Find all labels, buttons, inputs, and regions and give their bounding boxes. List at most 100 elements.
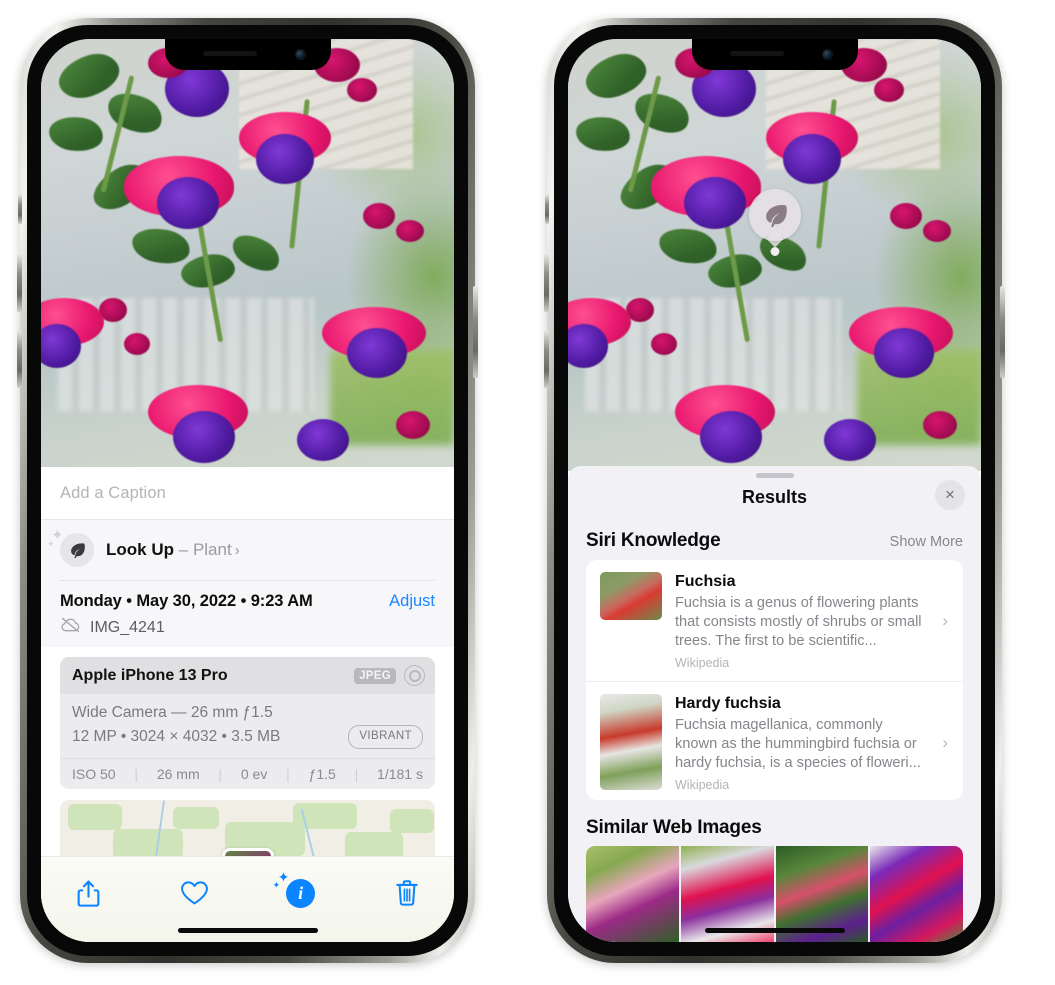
size-info-row: 12 MP • 3024 × 4032 • 3.5 MB VIBRANT	[72, 725, 423, 749]
knowledge-title: Hardy fuchsia	[675, 694, 781, 712]
photo-bud	[346, 77, 377, 102]
knowledge-source: Wikipedia	[675, 777, 730, 792]
mute-switch[interactable]	[545, 194, 549, 224]
volume-down-button[interactable]	[17, 330, 22, 388]
screenshot-stage: Add a Caption ✦ ✦ Look Up – Plant › Mond…	[0, 0, 1055, 985]
visual-lookup-leaf-badge[interactable]	[748, 189, 801, 241]
photo-flower	[156, 177, 219, 230]
exif-iso: ISO 50	[72, 766, 116, 783]
photo-viewer[interactable]	[568, 39, 981, 471]
volume-down-button[interactable]	[544, 330, 549, 388]
photo-flower	[346, 328, 407, 379]
front-camera-icon	[822, 50, 832, 59]
exif-ev: 0 ev	[240, 766, 268, 783]
siri-knowledge-card: Fuchsia Fuchsia is a genus of flowering …	[586, 559, 963, 800]
photo-viewer[interactable]	[41, 39, 454, 471]
photo-info-panel: Add a Caption ✦ ✦ Look Up – Plant › Mond…	[41, 467, 454, 942]
close-icon[interactable]: ×	[935, 479, 965, 510]
look-up-separator: –	[178, 540, 189, 559]
visual-lookup-anchor-dot	[770, 247, 779, 256]
size-info: 12 MP • 3024 × 4032 • 3.5 MB	[72, 728, 281, 746]
photo-bud	[396, 410, 431, 439]
similar-images-header: Similar Web Images	[568, 800, 981, 846]
power-button[interactable]	[1000, 286, 1005, 378]
knowledge-text: Hardy fuchsia Fuchsia magellanica, commo…	[675, 694, 925, 792]
format-badge: JPEG	[354, 667, 396, 684]
exif-separator: |	[218, 766, 223, 783]
photographic-style-badge: VIBRANT	[348, 725, 423, 749]
delete-button[interactable]	[386, 873, 428, 913]
earpiece-speaker	[729, 51, 784, 56]
chevron-right-icon: ›	[942, 732, 948, 752]
photo-flower	[297, 419, 350, 462]
sparkle-icon: ✦	[272, 880, 281, 890]
knowledge-thumbnail	[600, 571, 662, 620]
knowledge-description: Fuchsia magellanica, commonly known as t…	[675, 716, 921, 771]
lens-info: Wide Camera — 26 mm ƒ1.5	[72, 704, 273, 721]
exif-row: ISO 50 | 26 mm | 0 ev | ƒ1.5 | 1/181 s	[60, 758, 435, 789]
file-row: IMG_4241	[60, 617, 435, 638]
adjust-button[interactable]: Adjust	[389, 592, 435, 611]
info-glyph: i	[286, 878, 316, 908]
exif-separator: |	[354, 766, 359, 783]
info-button[interactable]: ✦ ✦ i	[273, 870, 322, 913]
look-up-title: Look Up	[106, 540, 174, 559]
siri-knowledge-title: Siri Knowledge	[586, 529, 721, 551]
knowledge-description: Fuchsia is a genus of flowering plants t…	[675, 594, 922, 649]
results-title: Results	[741, 486, 808, 507]
chevron-right-icon: ›	[942, 610, 948, 630]
volume-up-button[interactable]	[544, 254, 549, 312]
photo-flower	[782, 134, 841, 185]
volume-up-button[interactable]	[17, 254, 22, 312]
photo-flower	[824, 419, 877, 462]
power-button[interactable]	[473, 286, 478, 378]
capture-date: Monday • May 30, 2022 • 9:23 AM	[60, 592, 313, 610]
knowledge-thumbnail	[600, 693, 662, 790]
similar-image-thumb[interactable]	[870, 846, 963, 942]
camera-card-header: Apple iPhone 13 Pro JPEG	[60, 657, 435, 694]
leaf-icon: ✦ ✦	[47, 528, 94, 567]
list-item[interactable]: Hardy fuchsia Fuchsia magellanica, commo…	[586, 680, 963, 800]
photo-flower	[873, 328, 934, 379]
icloud-slash-icon	[60, 617, 81, 638]
map-green-area	[390, 808, 434, 833]
mute-switch[interactable]	[18, 194, 22, 224]
earpiece-speaker	[202, 51, 257, 56]
camera-info-card[interactable]: Apple iPhone 13 Pro JPEG Wide Camera — 2…	[60, 657, 435, 790]
photo-flower	[173, 410, 236, 463]
file-name: IMG_4241	[90, 618, 165, 636]
photo-bud	[923, 410, 958, 439]
camera-badges: JPEG	[354, 665, 425, 686]
caption-input[interactable]: Add a Caption	[60, 484, 435, 503]
photo-bud	[650, 332, 677, 355]
home-indicator	[177, 928, 318, 933]
caption-field-row[interactable]: Add a Caption	[41, 467, 454, 520]
right-phone-device: Results × Siri Knowledge Show More Fuchs…	[544, 18, 1005, 963]
chevron-right-icon: ›	[234, 542, 240, 559]
notch	[691, 39, 858, 70]
favorite-button[interactable]	[173, 873, 215, 913]
map-green-area	[112, 828, 183, 859]
home-indicator	[704, 928, 845, 933]
map-green-area	[172, 807, 219, 830]
share-button[interactable]	[67, 873, 109, 913]
similar-images-title: Similar Web Images	[586, 817, 762, 838]
exif-focal: 26 mm	[156, 766, 200, 783]
photo-flower	[683, 177, 746, 230]
photo-bud	[123, 332, 150, 355]
knowledge-title: Fuchsia	[675, 572, 736, 590]
exif-shutter: 1/181 s	[377, 766, 423, 783]
left-phone-device: Add a Caption ✦ ✦ Look Up – Plant › Mond…	[17, 18, 478, 963]
right-phone-bezel: Results × Siri Knowledge Show More Fuchs…	[554, 25, 995, 956]
photo-bud	[873, 77, 904, 102]
knowledge-source: Wikipedia	[675, 655, 730, 670]
divider	[60, 580, 435, 581]
knowledge-text: Fuchsia Fuchsia is a genus of flowering …	[675, 572, 925, 670]
device-name: Apple iPhone 13 Pro	[72, 666, 228, 684]
show-more-button[interactable]: Show More	[890, 534, 963, 550]
similar-image-thumb[interactable]	[586, 846, 679, 942]
list-item[interactable]: Fuchsia Fuchsia is a genus of flowering …	[586, 560, 963, 681]
left-phone-bezel: Add a Caption ✦ ✦ Look Up – Plant › Mond…	[27, 25, 468, 956]
exif-aperture: ƒ1.5	[308, 766, 336, 783]
look-up-row[interactable]: ✦ ✦ Look Up – Plant ›	[41, 520, 454, 580]
